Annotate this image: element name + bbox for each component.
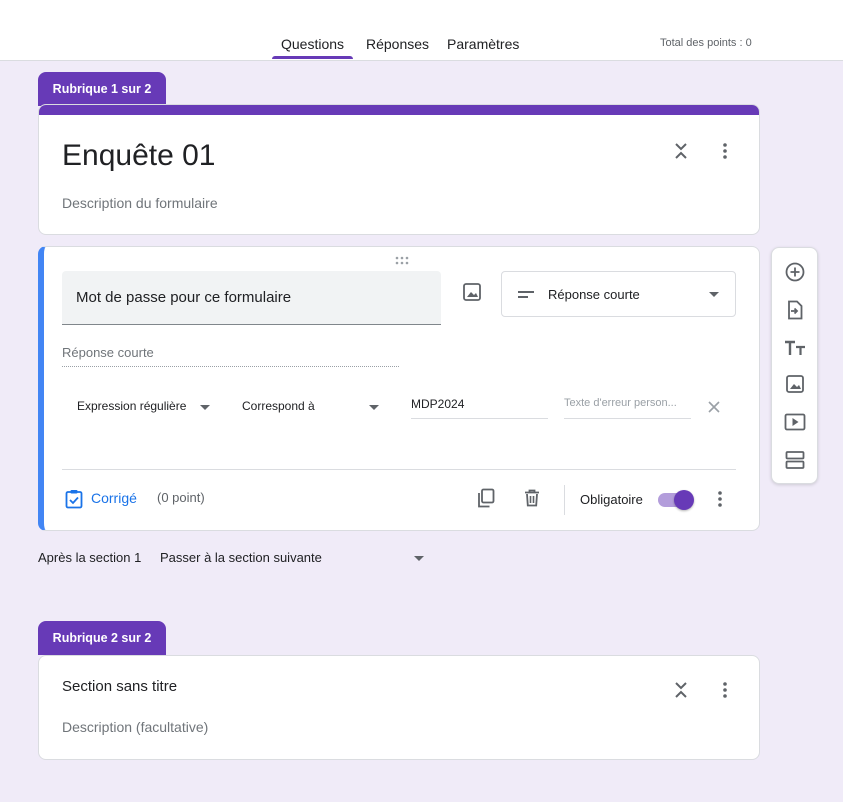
collapse-icon[interactable]: [669, 678, 693, 702]
tab-responses[interactable]: Réponses: [366, 36, 429, 52]
section-2-tab-label: Rubrique 2 sur 2: [52, 631, 152, 645]
close-icon[interactable]: [702, 395, 726, 419]
import-icon[interactable]: [783, 298, 807, 322]
section-title[interactable]: Section sans titre: [62, 678, 177, 695]
floating-toolbar: [771, 247, 818, 484]
copy-icon[interactable]: [474, 486, 498, 510]
question-title: Mot de passe pour ce formulaire: [76, 289, 292, 306]
section-2-tab: Rubrique 2 sur 2: [38, 621, 166, 655]
more-vert-icon[interactable]: [713, 139, 737, 163]
more-vert-icon[interactable]: [713, 678, 737, 702]
tab-questions[interactable]: Questions: [281, 36, 344, 52]
section-1-tab-label: Rubrique 1 sur 2: [52, 82, 152, 96]
footer-separator: [564, 485, 565, 515]
section-icon[interactable]: [783, 448, 807, 472]
after-section-label: Après la section 1: [38, 550, 142, 565]
video-icon[interactable]: [783, 410, 807, 434]
chevron-down-icon[interactable]: [414, 556, 424, 561]
section-description[interactable]: Description (facultative): [62, 719, 208, 735]
validation-pattern-input[interactable]: MDP2024: [411, 397, 548, 419]
short-answer-placeholder: Réponse courte: [62, 345, 399, 367]
image-icon[interactable]: [783, 372, 807, 396]
chevron-down-icon: [709, 292, 719, 297]
form-description[interactable]: Description du formulaire: [62, 195, 218, 211]
tab-settings[interactable]: Paramètres: [447, 36, 519, 52]
section-2-card[interactable]: Section sans titre Description (facultat…: [38, 655, 760, 760]
title-icon[interactable]: [783, 336, 807, 360]
points-label: (0 point): [157, 490, 205, 505]
required-label: Obligatoire: [580, 492, 643, 507]
more-vert-icon[interactable]: [708, 487, 732, 511]
validation-type-select[interactable]: Expression régulière: [77, 399, 186, 413]
question-card[interactable]: Mot de passe pour ce formulaire Réponse …: [38, 246, 760, 531]
section-1-tab: Rubrique 1 sur 2: [38, 72, 166, 106]
footer-divider: [62, 469, 736, 470]
clipboard-check-icon[interactable]: [62, 487, 86, 511]
question-title-input[interactable]: Mot de passe pour ce formulaire: [62, 271, 441, 325]
required-toggle-thumb[interactable]: [674, 490, 694, 510]
top-bar: Questions Réponses Paramètres Total des …: [0, 0, 843, 61]
chevron-down-icon[interactable]: [200, 405, 210, 410]
active-tab-indicator: [272, 56, 353, 59]
form-title[interactable]: Enquête 01: [62, 139, 215, 173]
answer-key-link[interactable]: Corrigé: [91, 490, 137, 506]
question-type-label: Réponse courte: [548, 287, 640, 302]
card-accent-bar: [39, 105, 759, 115]
total-points: Total des points : 0: [660, 37, 752, 49]
question-type-select[interactable]: Réponse courte: [501, 271, 736, 317]
trash-icon[interactable]: [520, 486, 544, 510]
validation-condition-select[interactable]: Correspond à: [242, 399, 315, 413]
chevron-down-icon[interactable]: [369, 405, 379, 410]
short-text-icon: [514, 283, 538, 307]
drag-handle-icon[interactable]: [394, 253, 414, 265]
after-section-select[interactable]: Passer à la section suivante: [160, 550, 322, 565]
add-circle-icon[interactable]: [783, 260, 807, 284]
image-icon[interactable]: [460, 280, 484, 304]
form-title-card[interactable]: Enquête 01 Description du formulaire: [38, 104, 760, 235]
collapse-icon[interactable]: [669, 139, 693, 163]
validation-error-input[interactable]: Texte d'erreur person...: [564, 397, 691, 419]
